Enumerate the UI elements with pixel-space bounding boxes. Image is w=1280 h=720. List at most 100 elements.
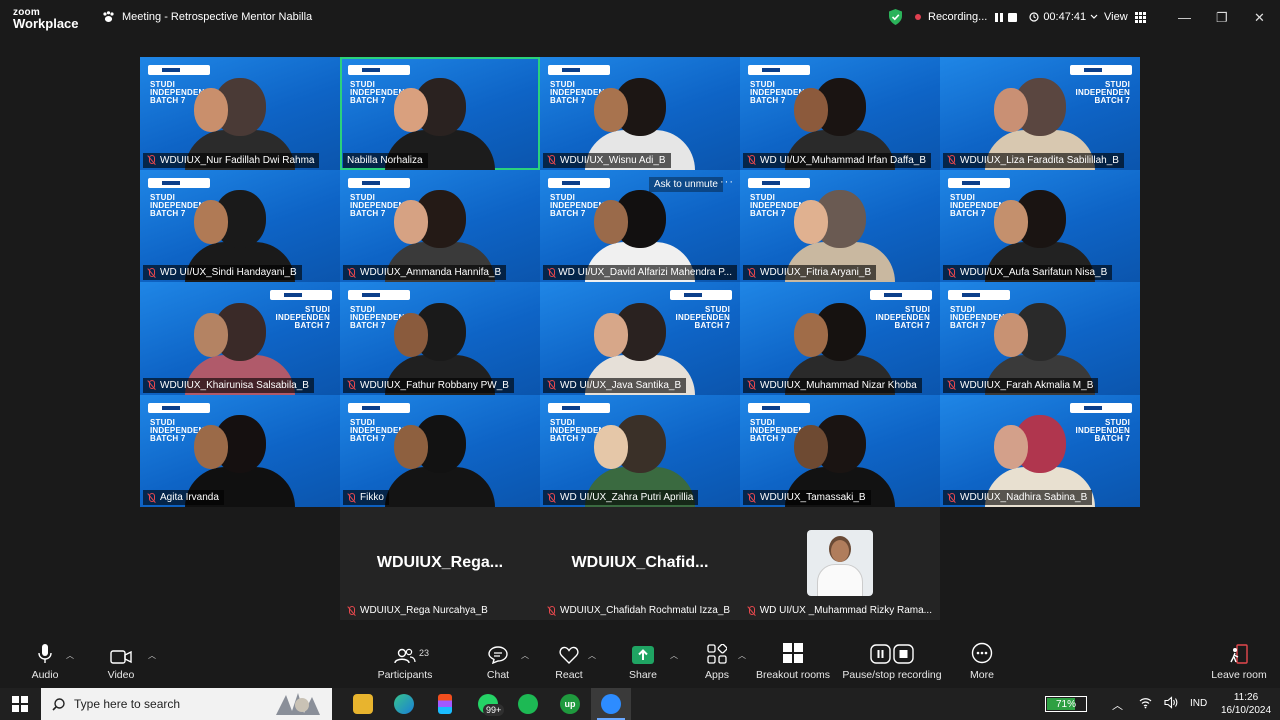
mic-muted-icon bbox=[547, 605, 556, 616]
participant-tile-khairunisa[interactable]: STUDI INDEPENDEN BATCH 7 WDUIUX_Khairunis… bbox=[140, 282, 340, 395]
mic-muted-icon bbox=[947, 267, 956, 278]
taskbar-search-box[interactable]: Type here to search bbox=[41, 688, 332, 720]
participant-tile-nizar[interactable]: STUDI INDEPENDEN BATCH 7 WDUIUX_Muhammad … bbox=[740, 282, 940, 395]
stop-recording-icon[interactable] bbox=[1008, 12, 1018, 22]
participant-initials: WDUIUX_Chafid... bbox=[571, 554, 709, 571]
participants-label: Participants bbox=[377, 669, 433, 681]
participant-tile-rizky[interactable]: WD UI/UX _Muhammad Rizky Rama... bbox=[740, 507, 940, 620]
participant-name-label: WDUIUX_Muhammad Nizar Khoba bbox=[743, 377, 922, 393]
program-logo bbox=[148, 402, 210, 413]
participant-tile-fitria[interactable]: STUDI INDEPENDEN BATCH 7 WDUIUX_Fitria Ar… bbox=[740, 169, 940, 282]
participant-tile-fathur[interactable]: STUDI INDEPENDEN BATCH 7 WDUIUX_Fathur Ro… bbox=[340, 282, 540, 395]
participant-tile-liza[interactable]: STUDI INDEPENDEN BATCH 7 WDUIUX_Liza Fara… bbox=[940, 57, 1140, 170]
participant-name: WD UI/UX_Java Santika_B bbox=[560, 379, 682, 391]
language-indicator[interactable]: IND bbox=[1190, 698, 1207, 709]
speaker-icon[interactable] bbox=[1164, 696, 1178, 712]
pause-recording-icon[interactable] bbox=[995, 12, 1004, 22]
participant-initials: WDUIUX_Rega... bbox=[376, 554, 504, 571]
mic-muted-icon bbox=[947, 155, 956, 165]
wifi-icon[interactable] bbox=[1139, 696, 1152, 712]
zoom-app-icon[interactable] bbox=[601, 694, 621, 714]
participant-name-label: WDUI/UX_Aufa Sarifatun Nisa_B bbox=[943, 265, 1113, 280]
react-options-chevron-icon[interactable]: ︿ bbox=[588, 650, 596, 661]
participant-tile-david[interactable]: STUDI INDEPENDEN BATCH 7 WD UI/UX_David A… bbox=[540, 169, 740, 282]
figma-icon[interactable] bbox=[438, 694, 452, 714]
recording-status: Recording... 00:47:41 bbox=[888, 9, 1098, 25]
clock-icon bbox=[1029, 12, 1039, 22]
participant-name-label: Fikko bbox=[343, 490, 389, 505]
participant-tile-nabilla[interactable]: STUDI INDEPENDEN BATCH 7 Nabilla Norhaliz… bbox=[340, 57, 540, 170]
pause-stop-recording-button[interactable]: Pause/stop recording bbox=[832, 637, 952, 681]
mic-muted-icon bbox=[947, 492, 956, 503]
ask-to-unmute-button[interactable]: Ask to unmute bbox=[649, 176, 723, 192]
leave-room-button[interactable]: Leave room bbox=[1194, 637, 1280, 681]
file-explorer-icon[interactable] bbox=[353, 694, 373, 714]
battery-percent: 71% bbox=[1055, 698, 1076, 710]
participant-tile-zahra[interactable]: STUDI INDEPENDEN BATCH 7 WD UI/UX_Zahra P… bbox=[540, 394, 740, 507]
participant-tile-wisnu[interactable]: STUDI INDEPENDEN BATCH 7 WDUI/UX_Wisnu Ad… bbox=[540, 57, 740, 170]
grid-view-icon bbox=[1134, 11, 1146, 23]
participant-tile-agita[interactable]: STUDI INDEPENDEN BATCH 7 Agita Irvanda bbox=[140, 394, 340, 507]
title-bar: zoom Workplace Meeting - Retrospective M… bbox=[0, 0, 1280, 38]
participant-tile-ammanda[interactable]: STUDI INDEPENDEN BATCH 7 WDUIUX_Ammanda H… bbox=[340, 169, 540, 282]
participant-name-label: Nabilla Norhaliza bbox=[343, 152, 428, 168]
participant-name: WDUIUX_Ammanda Hannifa_B bbox=[360, 267, 502, 278]
participants-button[interactable]: Participants bbox=[360, 637, 450, 681]
minimize-icon[interactable]: — bbox=[1178, 10, 1191, 25]
participant-name: WDUIUX_Khairunisa Salsabila_B bbox=[160, 379, 309, 391]
apps-options-chevron-icon[interactable]: ︿ bbox=[738, 650, 746, 661]
restore-icon[interactable]: ❐ bbox=[1216, 10, 1228, 26]
breakout-rooms-button[interactable]: Breakout rooms bbox=[748, 637, 838, 681]
participant-name-label: WDUIUX_Liza Faradita Sabilillah_B bbox=[943, 152, 1124, 168]
participant-name-label: WD UI/UX_Muhammad Irfan Daffa_B bbox=[743, 152, 931, 168]
battery-indicator[interactable]: 71% bbox=[1045, 696, 1087, 712]
mic-muted-icon bbox=[147, 492, 156, 503]
close-icon[interactable]: ✕ bbox=[1254, 10, 1265, 26]
participant-tile-nur-fadillah[interactable]: STUDI INDEPENDEN BATCH 7 WDUIUX_Nur Fadil… bbox=[140, 57, 340, 170]
shield-check-icon[interactable] bbox=[888, 9, 903, 25]
participant-tile-rega[interactable]: WDUIUX_Rega... WDUIUX_Rega Nurcahya_B bbox=[340, 507, 540, 620]
meeting-title: Meeting - Retrospective Mentor Nabilla bbox=[102, 11, 312, 23]
leave-door-icon bbox=[1230, 644, 1248, 664]
view-button[interactable]: View bbox=[1104, 11, 1146, 23]
tile-more-options-icon[interactable]: ··· bbox=[720, 176, 734, 188]
participants-count: 23 bbox=[419, 648, 430, 658]
participant-tile-tamassaki[interactable]: STUDI INDEPENDEN BATCH 7 WDUIUX_Tamassaki… bbox=[740, 394, 940, 507]
program-logo bbox=[548, 177, 610, 188]
participant-name-label: WD UI/UX_Zahra Putri Aprillia bbox=[543, 490, 699, 505]
windows-start-icon[interactable] bbox=[12, 696, 28, 712]
participant-tile-java[interactable]: STUDI INDEPENDEN BATCH 7 WD UI/UX_Java Sa… bbox=[540, 282, 740, 395]
participant-tile-sindi[interactable]: STUDI INDEPENDEN BATCH 7 WD UI/UX_Sindi H… bbox=[140, 169, 340, 282]
participant-tile-aufa[interactable]: STUDI INDEPENDEN BATCH 7 WDUI/UX_Aufa Sar… bbox=[940, 169, 1140, 282]
logo-line2: Workplace bbox=[13, 16, 79, 31]
more-button[interactable]: More bbox=[937, 637, 1027, 681]
mic-muted-icon bbox=[747, 605, 756, 616]
taskbar-clock[interactable]: 11:26 16/10/2024 bbox=[1220, 691, 1272, 717]
participant-tile-farah[interactable]: STUDI INDEPENDEN BATCH 7 WDUIUX_Farah Akm… bbox=[940, 282, 1140, 395]
more-icon bbox=[971, 642, 993, 664]
participant-name: WDUI/UX_Aufa Sarifatun Nisa_B bbox=[960, 267, 1108, 278]
participant-name: WDUIUX_Liza Faradita Sabilillah_B bbox=[960, 154, 1119, 166]
upwork-icon[interactable]: up bbox=[560, 694, 580, 714]
meeting-timer[interactable]: 00:47:41 bbox=[1029, 11, 1098, 23]
participant-name: WD UI/UX_Zahra Putri Aprillia bbox=[560, 492, 694, 503]
audio-options-chevron-icon[interactable]: ︿ bbox=[66, 650, 74, 661]
participant-name: WD UI/UX _Muhammad Rizky Rama... bbox=[759, 605, 932, 616]
mic-muted-icon bbox=[347, 492, 356, 503]
program-logo bbox=[348, 177, 410, 188]
participant-tile-chafidah[interactable]: WDUIUX_Chafid... WDUIUX_Chafidah Rochmat… bbox=[540, 507, 740, 620]
participant-name: WDUIUX_Nur Fadillah Dwi Rahma bbox=[160, 154, 315, 166]
participant-name-label: WDUIUX_Farah Akmalia M_B bbox=[943, 377, 1099, 393]
participant-tile-irfan[interactable]: STUDI INDEPENDEN BATCH 7 WD UI/UX_Muhamma… bbox=[740, 57, 940, 170]
spotify-icon[interactable] bbox=[518, 694, 538, 714]
chevron-up-icon[interactable]: ︿ bbox=[1112, 697, 1123, 713]
edge-browser-icon[interactable] bbox=[394, 694, 414, 714]
mic-muted-icon bbox=[347, 380, 356, 390]
participant-tile-fikko[interactable]: STUDI INDEPENDEN BATCH 7 Fikko bbox=[340, 394, 540, 507]
breakout-rooms-icon bbox=[783, 643, 803, 663]
participant-tile-nadhira[interactable]: STUDI INDEPENDEN BATCH 7 WDUIUX_Nadhira S… bbox=[940, 394, 1140, 507]
video-options-chevron-icon[interactable]: ︿ bbox=[148, 650, 156, 661]
mic-muted-icon bbox=[547, 380, 556, 390]
participant-name-label: WDUIUX_Chafidah Rochmatul Izza_B bbox=[543, 603, 735, 618]
participant-name: WD UI/UX_Muhammad Irfan Daffa_B bbox=[760, 154, 926, 166]
